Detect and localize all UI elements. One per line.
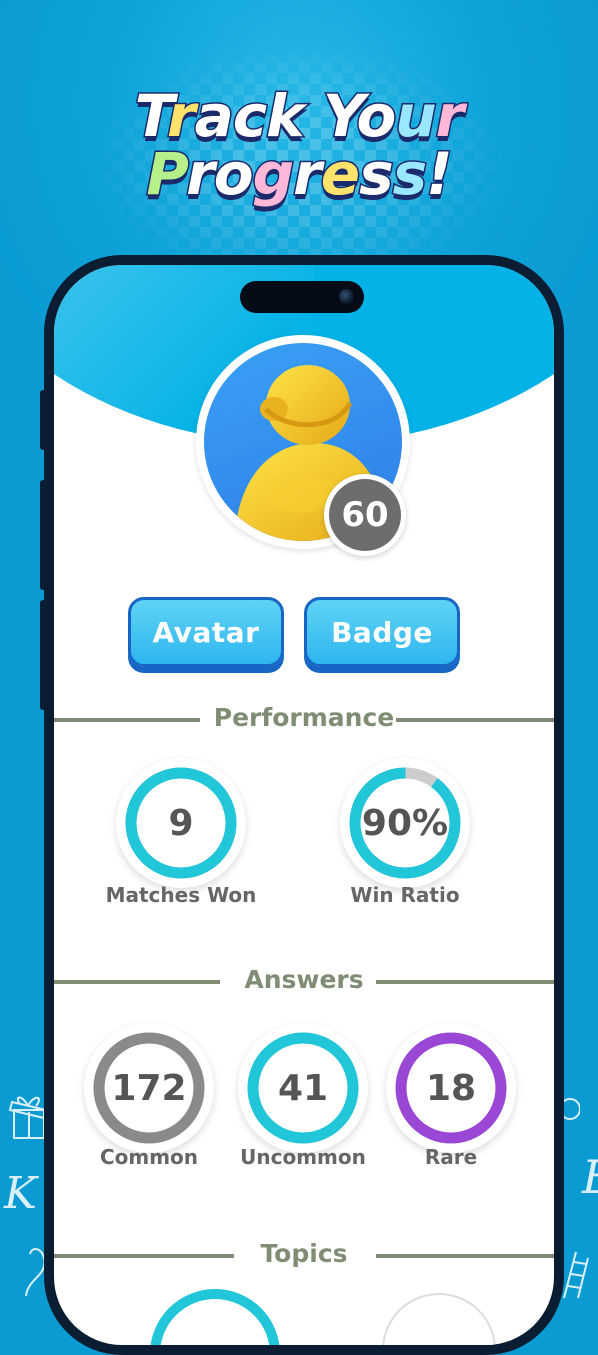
headline-letter: s bbox=[358, 139, 395, 210]
section-title: Answers bbox=[244, 965, 364, 994]
headline-letter: g bbox=[251, 139, 295, 210]
headline-letter: ! bbox=[425, 139, 455, 210]
section-title: Topics bbox=[260, 1239, 348, 1268]
answers-section-header: Answers bbox=[54, 961, 554, 1001]
stat-ring-common: 172 bbox=[84, 1023, 214, 1153]
headline-letter: r bbox=[185, 139, 217, 210]
stat-value: 9 bbox=[168, 802, 194, 844]
headline-letter: r bbox=[292, 139, 324, 210]
performance-section-header: Performance bbox=[54, 699, 554, 739]
stat-label: Win Ratio bbox=[350, 883, 460, 907]
topic-ring bbox=[150, 1289, 280, 1345]
stat-value: 90% bbox=[361, 802, 449, 844]
stat-value: 18 bbox=[425, 1067, 477, 1109]
phone-frame: 60 Avatar Badge Performance 9 Matches Wo… bbox=[44, 255, 564, 1355]
phone-screen: 60 Avatar Badge Performance 9 Matches Wo… bbox=[54, 265, 554, 1345]
stat-ring-win-ratio: 90% bbox=[340, 758, 470, 888]
stat-value: 41 bbox=[277, 1067, 329, 1109]
stat-ring-rare: 18 bbox=[386, 1023, 516, 1153]
section-title: Performance bbox=[213, 703, 395, 732]
stat-ring-uncommon: 41 bbox=[238, 1023, 368, 1153]
topic-ring bbox=[382, 1293, 496, 1345]
stat-label: Matches Won bbox=[105, 883, 257, 907]
headline-letter: e bbox=[319, 139, 361, 210]
stat-ring-matches-won: 9 bbox=[116, 758, 246, 888]
letter-e-doodle: E bbox=[582, 1150, 598, 1204]
headline-letter: s bbox=[391, 139, 428, 210]
topics-section-header: Topics bbox=[54, 1235, 554, 1275]
headline-letter: P bbox=[145, 139, 189, 210]
avatar-button[interactable]: Avatar bbox=[128, 597, 284, 667]
headline-letter: o bbox=[212, 139, 255, 210]
stat-label: Rare bbox=[424, 1145, 478, 1169]
level-value: 60 bbox=[329, 479, 401, 551]
camera-icon bbox=[339, 289, 354, 304]
headline-line-2: Progress! bbox=[0, 139, 598, 210]
letter-k-doodle: K bbox=[4, 1168, 37, 1219]
dynamic-island bbox=[240, 281, 364, 313]
badge-button[interactable]: Badge bbox=[304, 597, 460, 667]
level-badge: 60 bbox=[324, 474, 406, 556]
stat-value: 172 bbox=[111, 1067, 187, 1109]
ladder-doodle-icon bbox=[560, 1250, 590, 1304]
